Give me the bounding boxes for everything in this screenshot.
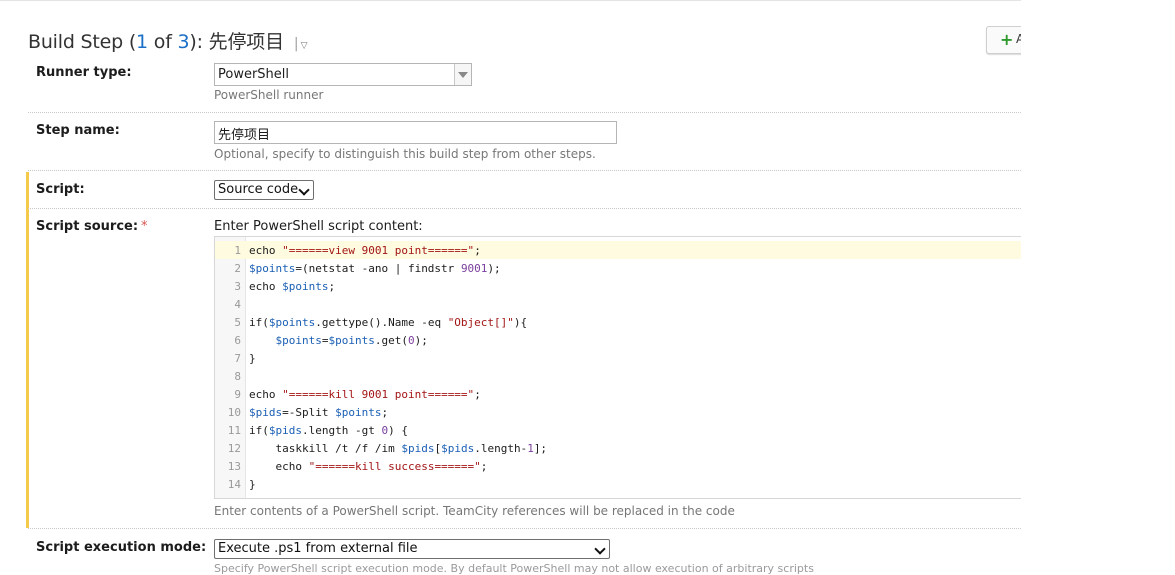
runner-type-select[interactable]: PowerShell <box>214 63 472 86</box>
line-number: 13 <box>227 460 241 473</box>
line-number: 14 <box>227 478 241 491</box>
chevron-down-icon <box>298 184 310 196</box>
code-line[interactable]: 1 echo "======view 9001 point======"; <box>215 241 1022 259</box>
script-source-intro: Enter PowerShell script content: <box>214 219 423 234</box>
code-line[interactable]: 14} <box>215 475 1022 493</box>
line-number: 12 <box>227 442 241 455</box>
code-line[interactable]: 12 taskkill /t /f /im $pids[$pids.length… <box>215 439 1022 457</box>
exec-mode-select[interactable]: Execute .ps1 from external file <box>214 539 610 559</box>
step-name-label: Step name: <box>36 123 120 138</box>
exec-mode-hint: Specify PowerShell script execution mode… <box>214 562 814 575</box>
step-name-input[interactable]: 先停项目 <box>214 121 617 144</box>
page-title: Build Step (1 of 3): 先停项目 <box>28 31 284 53</box>
code-text: $points=(netstat -ano | findstr 9001); <box>249 262 501 275</box>
line-number: 2 <box>234 262 241 275</box>
viewport-clip <box>1021 20 1061 60</box>
code-line[interactable]: 10 $pids=-Split $points; <box>215 403 1022 421</box>
code-editor[interactable]: 1 echo "======view 9001 point======"; 2 $po… <box>214 236 1022 499</box>
page-header: Build Step (1 of 3): 先停项目 | ▽ <box>28 27 308 54</box>
step-name-value: 先停项目 <box>218 128 271 143</box>
top-divider <box>0 0 1021 1</box>
chevron-down-icon[interactable] <box>454 64 471 85</box>
line-number: 8 <box>234 370 241 383</box>
code-text: echo "======kill 9001 point======"; <box>249 388 481 401</box>
code-text: echo "======view 9001 point======"; <box>249 244 481 257</box>
code-text: if($pids.length -gt 0) { <box>249 424 408 437</box>
line-number: 1 <box>234 244 241 257</box>
runner-type-label: Runner type: <box>36 65 132 80</box>
exec-mode-value: Execute .ps1 from external file <box>218 541 418 556</box>
page-right-margin <box>1021 0 1175 575</box>
code-text: $points=$points.get(0); <box>275 334 428 347</box>
code-line[interactable]: 9 echo "======kill 9001 point======"; <box>215 385 1022 403</box>
step-name-hint: Optional, specify to distinguish this bu… <box>214 147 596 161</box>
code-text: if($points.gettype().Name -eq "Object[]"… <box>249 316 528 329</box>
line-number: 4 <box>234 298 241 311</box>
code-line[interactable]: 5 if($points.gettype().Name -eq "Object[]… <box>215 313 1022 331</box>
code-text: echo $points; <box>249 280 336 293</box>
step-menu-dropdown-icon[interactable]: ▽ <box>301 41 308 51</box>
line-number: 3 <box>234 280 241 293</box>
code-line[interactable]: 13 echo "======kill success======"; <box>215 457 1022 475</box>
code-line[interactable]: 8 <box>215 367 1022 385</box>
step-name-row: Step name: 先停项目 Optional, specify to dis… <box>28 113 1021 171</box>
line-number: 7 <box>234 352 241 365</box>
code-text: taskkill /t /f /im $pids[$pids.length-1]… <box>249 442 548 455</box>
code-line[interactable]: 2 $points=(netstat -ano | findstr 9001); <box>215 259 1022 277</box>
code-text: } <box>249 352 256 365</box>
code-line[interactable]: 6 $points=$points.get(0); <box>215 331 1022 349</box>
code-line[interactable]: 7} <box>215 349 1022 367</box>
line-number: 9 <box>234 388 241 401</box>
script-row: Script: Source code <box>28 172 1021 209</box>
runner-type-row: Runner type: PowerShell PowerShell runne… <box>28 56 1021 113</box>
chevron-down-icon <box>594 543 606 555</box>
script-mode-value: Source code <box>218 182 299 197</box>
title-separator: | <box>293 36 299 52</box>
code-text: $pids=-Split $points; <box>249 406 389 419</box>
runner-type-value: PowerShell <box>218 67 290 82</box>
code-line[interactable]: 11 if($pids.length -gt 0) { <box>215 421 1022 439</box>
code-text: echo "======kill success======"; <box>249 460 488 473</box>
code-text: } <box>249 478 256 491</box>
code-line[interactable]: 4 <box>215 295 1022 313</box>
line-number: 6 <box>234 334 241 347</box>
line-number: 5 <box>234 316 241 329</box>
exec-mode-label: Script execution mode: <box>36 540 207 555</box>
script-source-label: Script source: * <box>36 219 148 234</box>
script-label: Script: <box>36 182 85 197</box>
script-mode-select[interactable]: Source code <box>214 180 314 200</box>
line-number: 11 <box>227 424 241 437</box>
runner-type-hint: PowerShell runner <box>214 88 324 102</box>
code-line[interactable]: 3 echo $points; <box>215 277 1022 295</box>
required-marker: * <box>141 219 148 234</box>
plus-icon: + <box>1000 30 1014 49</box>
script-source-hint: Enter contents of a PowerShell script. T… <box>214 504 735 518</box>
line-number: 10 <box>227 406 241 419</box>
